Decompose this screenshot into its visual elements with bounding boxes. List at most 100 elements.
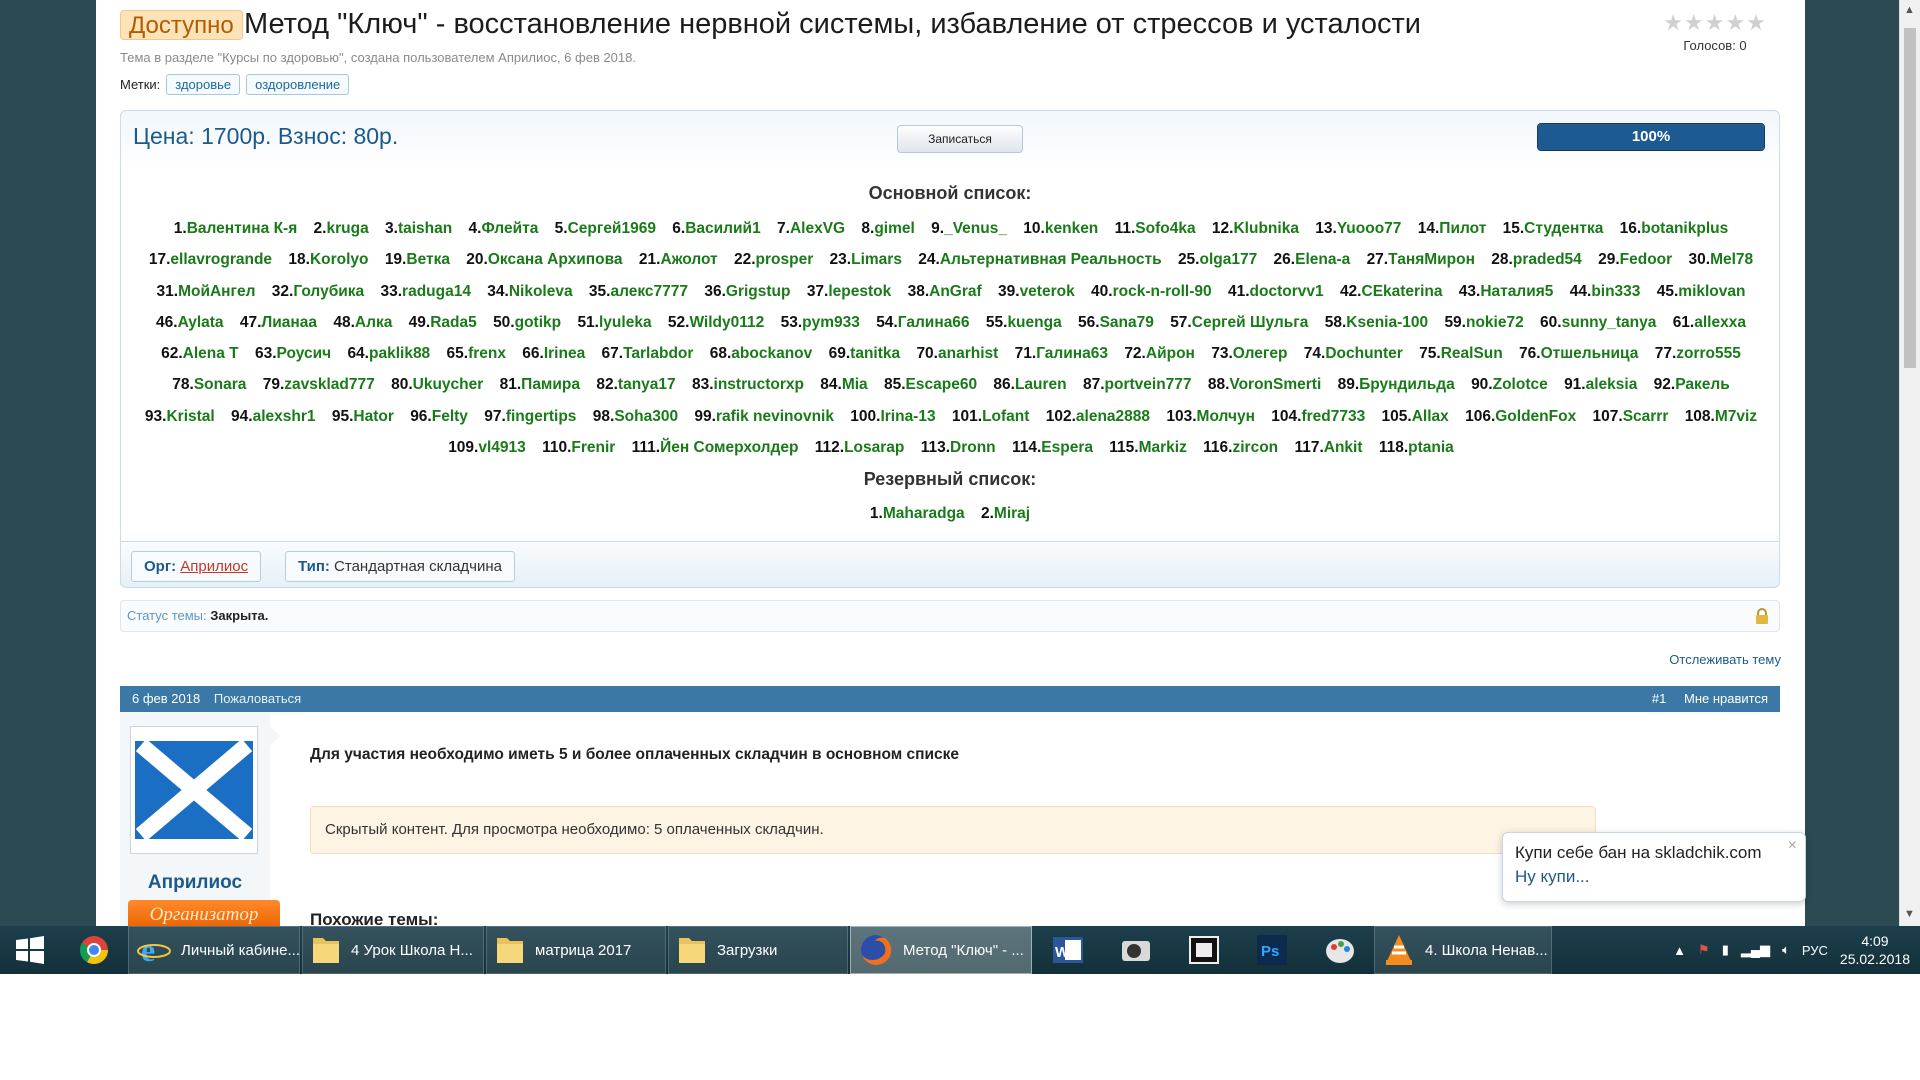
taskbar-app-ie[interactable]: e Личный кабине... xyxy=(128,926,300,974)
avatar[interactable] xyxy=(130,726,258,854)
taskbar-app-folder-2[interactable]: матрица 2017 xyxy=(486,926,666,974)
member-link[interactable]: zavsklad777 xyxy=(284,376,375,393)
toast-link[interactable]: Ну купи... xyxy=(1515,867,1793,887)
member-link[interactable]: RealSun xyxy=(1441,345,1503,362)
member-link[interactable]: Limars xyxy=(851,251,902,268)
member-link[interactable]: Mia xyxy=(842,376,868,393)
member-link[interactable]: rafik nevinovnik xyxy=(716,408,834,425)
member-link[interactable]: Irina-13 xyxy=(880,408,935,425)
member-link[interactable]: Wildy0112 xyxy=(689,314,764,331)
organizer-link[interactable]: Априлиос xyxy=(180,558,248,575)
member-link[interactable]: Отшельница xyxy=(1541,345,1639,362)
member-link[interactable]: AlexVG xyxy=(790,220,845,237)
member-link[interactable]: алекс7777 xyxy=(610,283,688,300)
taskbar-camera[interactable] xyxy=(1102,926,1170,974)
member-link[interactable]: Алка xyxy=(355,314,392,331)
member-link[interactable]: pym933 xyxy=(802,314,860,331)
member-link[interactable]: Fedoor xyxy=(1620,251,1673,268)
member-link[interactable]: Scarrr xyxy=(1623,408,1669,425)
member-link[interactable]: Losarap xyxy=(844,439,904,456)
member-link[interactable]: Felty xyxy=(432,408,468,425)
member-link[interactable]: Ажолот xyxy=(660,251,717,268)
member-link[interactable]: Nikoleva xyxy=(509,283,573,300)
member-link[interactable]: botanikplus xyxy=(1641,220,1728,237)
scroll-up-icon[interactable]: ▲ xyxy=(1904,4,1915,16)
member-link[interactable]: Maharadga xyxy=(883,505,965,522)
member-link[interactable]: ТаняМирон xyxy=(1388,251,1475,268)
member-link[interactable]: ellavrogrande xyxy=(170,251,272,268)
member-link[interactable]: Rada5 xyxy=(430,314,477,331)
member-link[interactable]: Sofo4ka xyxy=(1135,220,1195,237)
member-link[interactable]: rock-n-roll-90 xyxy=(1113,283,1212,300)
member-link[interactable]: МойАнгел xyxy=(178,283,255,300)
tag-health[interactable]: здоровье xyxy=(166,74,241,95)
member-link[interactable]: veterok xyxy=(1020,283,1075,300)
start-button[interactable] xyxy=(0,926,60,974)
member-link[interactable]: M7viz xyxy=(1715,408,1757,425)
member-link[interactable]: Памира xyxy=(521,376,580,393)
taskbar-word[interactable]: W xyxy=(1034,926,1102,974)
member-link[interactable]: Ветка xyxy=(406,251,450,268)
member-link[interactable]: Олегер xyxy=(1233,345,1288,362)
member-link[interactable]: Mel78 xyxy=(1710,251,1753,268)
member-link[interactable]: Sana79 xyxy=(1100,314,1154,331)
member-link[interactable]: Lofant xyxy=(982,408,1029,425)
taskbar-video-editor[interactable] xyxy=(1170,926,1238,974)
member-link[interactable]: fred7733 xyxy=(1301,408,1365,425)
member-link[interactable]: raduga14 xyxy=(402,283,471,300)
member-link[interactable]: Lauren xyxy=(1015,376,1067,393)
member-link[interactable]: abockanov xyxy=(731,345,812,362)
member-link[interactable]: Hator xyxy=(353,408,393,425)
member-link[interactable]: lepestok xyxy=(828,283,891,300)
member-link[interactable]: Frenir xyxy=(571,439,615,456)
member-link[interactable]: praded54 xyxy=(1513,251,1582,268)
member-link[interactable]: anarhist xyxy=(938,345,998,362)
member-link[interactable]: Молчун xyxy=(1197,408,1255,425)
member-link[interactable]: ptania xyxy=(1408,439,1454,456)
member-link[interactable]: kenken xyxy=(1045,220,1098,237)
taskbar-app-firefox[interactable]: Метод "Ключ" - ... xyxy=(850,926,1032,974)
member-link[interactable]: sunny_tanya xyxy=(1562,314,1657,331)
member-link[interactable]: portvein777 xyxy=(1105,376,1192,393)
member-link[interactable]: Kristal xyxy=(166,408,214,425)
member-link[interactable]: Сергей1969 xyxy=(568,220,656,237)
member-link[interactable]: fingertips xyxy=(506,408,577,425)
member-link[interactable]: Soha300 xyxy=(614,408,678,425)
member-link[interactable]: doctorvv1 xyxy=(1250,283,1324,300)
member-link[interactable]: Ksenia-100 xyxy=(1346,314,1428,331)
member-link[interactable]: Галина63 xyxy=(1036,345,1108,362)
member-link[interactable]: Grigstup xyxy=(726,283,791,300)
member-link[interactable]: Tarlabdor xyxy=(623,345,693,362)
member-link[interactable]: AnGraf xyxy=(929,283,982,300)
member-link[interactable]: GoldenFox xyxy=(1495,408,1576,425)
member-link[interactable]: Sonara xyxy=(194,376,247,393)
member-link[interactable]: Флейта xyxy=(481,220,538,237)
taskbar-app-downloads[interactable]: Загрузки xyxy=(668,926,848,974)
member-link[interactable]: Ракель xyxy=(1675,376,1730,393)
member-link[interactable]: Студентка xyxy=(1524,220,1603,237)
member-link[interactable]: Allax xyxy=(1412,408,1449,425)
taskbar-app-vlc[interactable]: 4. Школа Ненав... xyxy=(1374,926,1552,974)
post-date[interactable]: 6 фев 2018 xyxy=(132,691,200,706)
member-link[interactable]: Оксана Архипова xyxy=(488,251,623,268)
member-link[interactable]: alexshr1 xyxy=(253,408,316,425)
member-link[interactable]: gotikp xyxy=(515,314,562,331)
member-link[interactable]: Василий1 xyxy=(685,220,761,237)
member-link[interactable]: zircon xyxy=(1232,439,1278,456)
member-link[interactable]: Пилот xyxy=(1439,220,1486,237)
member-link[interactable]: zorro555 xyxy=(1676,345,1741,362)
member-link[interactable]: Наталия5 xyxy=(1480,283,1553,300)
language-indicator[interactable]: РУС xyxy=(1802,943,1828,958)
member-link[interactable]: aleksia xyxy=(1586,376,1638,393)
member-link[interactable]: Escape60 xyxy=(906,376,978,393)
member-link[interactable]: allexxa xyxy=(1694,314,1746,331)
member-link[interactable]: vl4913 xyxy=(478,439,525,456)
member-link[interactable]: Альтернативная Реальность xyxy=(940,251,1162,268)
member-link[interactable]: VoronSmerti xyxy=(1229,376,1321,393)
member-link[interactable]: Klubnika xyxy=(1233,220,1298,237)
member-link[interactable]: Korolyo xyxy=(310,251,369,268)
watch-thread-link[interactable]: Отслеживать тему xyxy=(1669,652,1781,667)
member-link[interactable]: Брундильда xyxy=(1359,376,1455,393)
member-link[interactable]: CEkaterina xyxy=(1362,283,1443,300)
member-link[interactable]: Miraj xyxy=(994,505,1030,522)
